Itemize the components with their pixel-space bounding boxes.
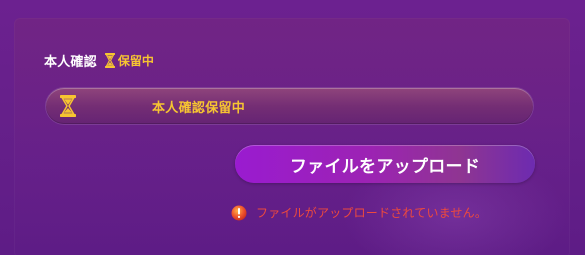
hourglass-icon <box>60 95 76 117</box>
upload-file-button[interactable]: ファイルをアップロード <box>235 145 535 183</box>
upload-warning: ファイルがアップロードされていません。 <box>231 204 487 221</box>
verification-screen: 本人確認 保留中 本人確認保留中 ファイルをアップロード ファイルがアップロード… <box>0 0 585 255</box>
warning-circle-icon <box>231 205 247 221</box>
verification-status-bar: 本人確認保留中 <box>46 88 533 124</box>
verification-status-label: 本人確認保留中 <box>152 101 246 116</box>
verification-header: 本人確認 保留中 <box>44 50 154 70</box>
upload-warning-message: ファイルがアップロードされていません。 <box>256 206 488 220</box>
pending-badge: 保留中 <box>104 52 154 69</box>
section-title: 本人確認 <box>44 54 97 70</box>
upload-file-button-label: ファイルをアップロード <box>289 156 481 177</box>
pending-badge-label: 保留中 <box>117 53 154 68</box>
hourglass-icon <box>104 52 115 68</box>
